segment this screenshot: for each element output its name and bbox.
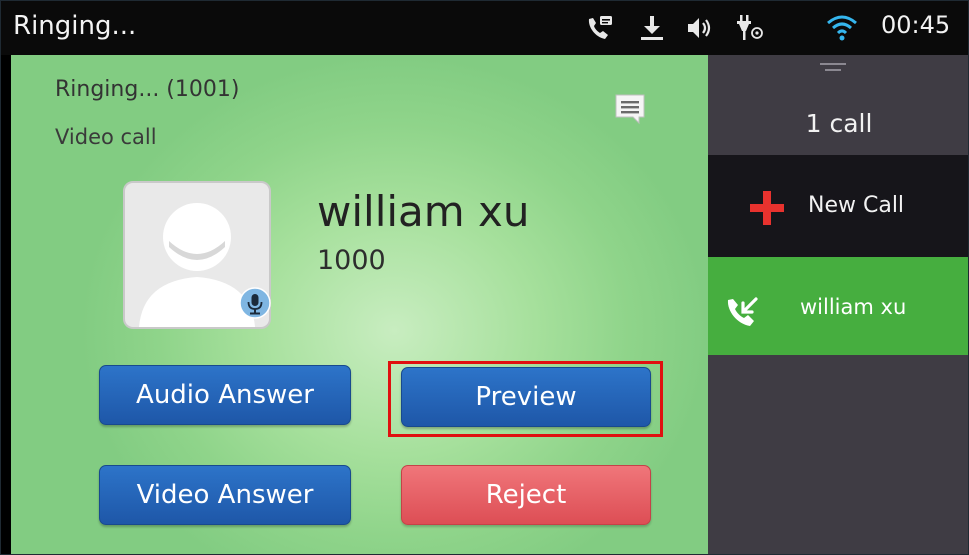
new-call-button[interactable]: New Call [708,155,968,257]
incoming-call-icon [727,297,758,326]
voicemail-phone-icon [588,16,612,39]
reject-button[interactable]: Reject [401,465,651,525]
usb-debug-icon [737,15,763,40]
contact-number: 1000 [317,245,386,276]
drag-handle-icon[interactable] [818,61,848,75]
active-call-item[interactable]: william xu [708,257,968,355]
video-answer-button[interactable]: Video Answer [99,465,351,525]
download-icon [641,16,663,40]
call-status-text: Ringing... (1001) [55,77,240,102]
call-type-text: Video call [55,125,157,149]
wifi-icon [827,15,857,41]
status-title: Ringing... [13,11,137,41]
phone-screen: Ringing... 00:45 Ringing... (1001) Video… [0,0,969,555]
new-call-label: New Call [808,193,905,218]
volume-icon [688,18,711,38]
status-time: 00:45 [881,11,951,39]
message-icon[interactable] [613,92,647,126]
microphone-icon [239,287,271,319]
plus-icon [750,191,784,225]
active-call-name: william xu [800,295,907,319]
incoming-call-panel: Ringing... (1001) Video call william xu … [11,55,708,554]
calls-count: 1 call [805,109,873,138]
audio-answer-button[interactable]: Audio Answer [99,365,351,425]
status-bar: Ringing... 00:45 [1,1,968,55]
preview-button[interactable]: Preview [401,367,651,427]
contact-name: william xu [317,187,530,236]
call-list-panel: 1 call New Call william xu [708,55,968,554]
